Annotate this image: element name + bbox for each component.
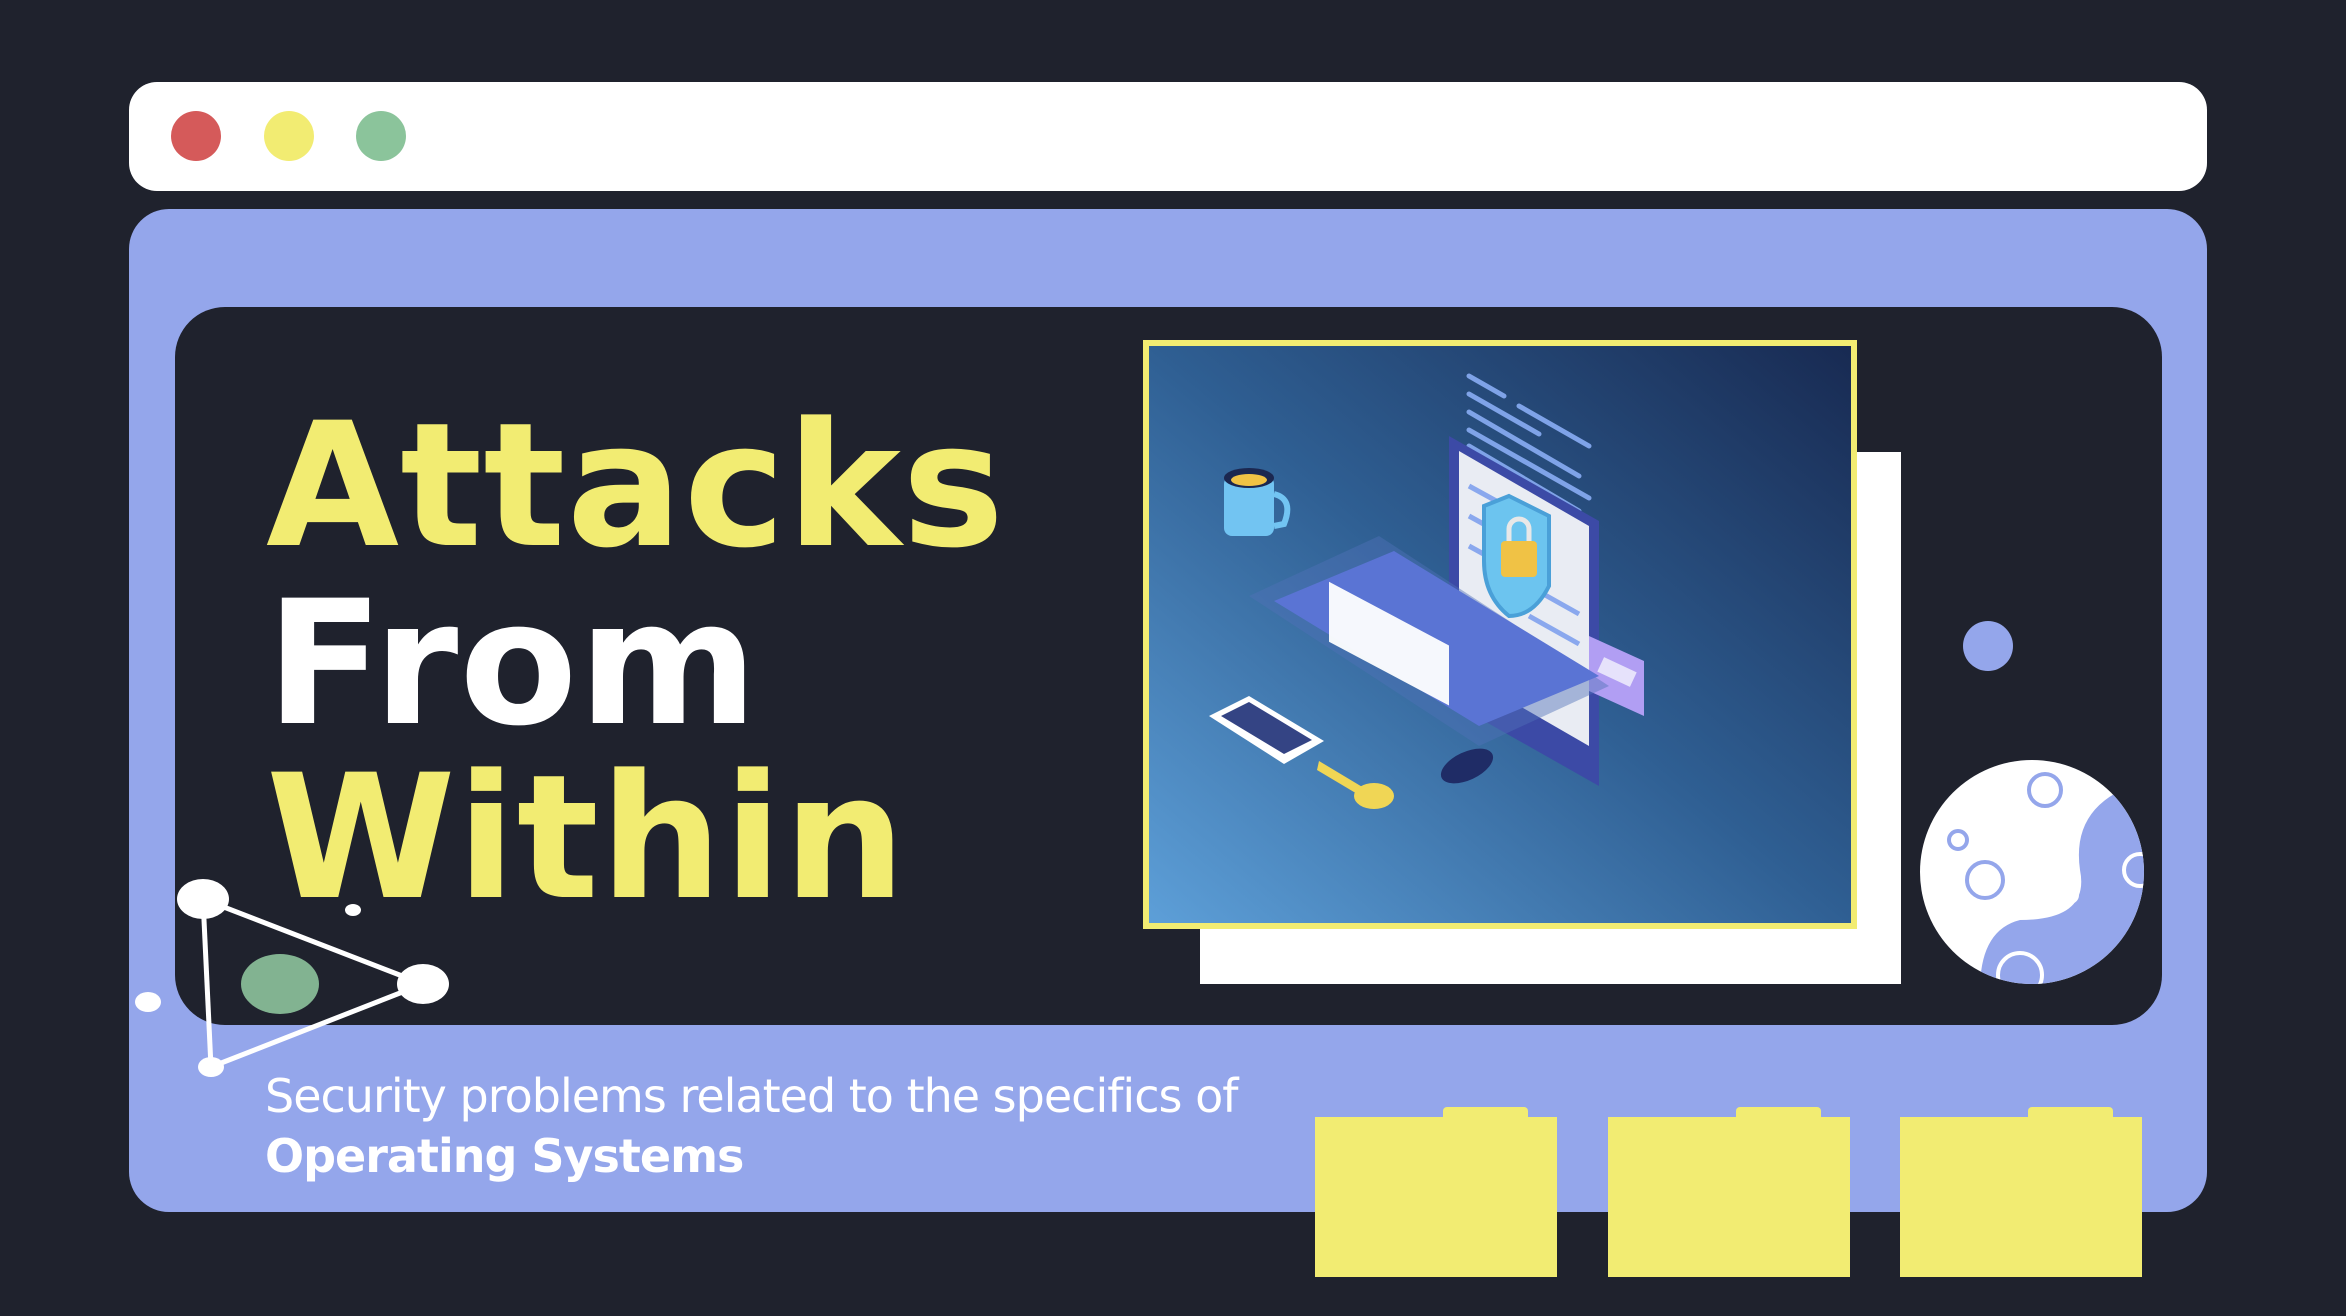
folder-icon[interactable]	[1608, 1107, 1850, 1277]
network-graph-icon	[135, 879, 449, 1077]
minimize-window-button[interactable]	[264, 111, 314, 161]
subtitle-line-2: Operating Systems	[265, 1126, 1237, 1186]
subtitle-emphasis: Operating Systems	[265, 1129, 744, 1183]
subtitle: Security problems related to the specifi…	[265, 1066, 1238, 1186]
moon-icon	[1920, 760, 2144, 984]
folder-icon[interactable]	[1900, 1107, 2142, 1277]
title-line-1: Attacks	[266, 385, 1006, 586]
subtitle-line-1: Security problems related to the specifi…	[265, 1069, 1238, 1123]
laptop-security-illustration	[1143, 340, 1857, 929]
close-window-button[interactable]	[171, 111, 221, 161]
maximize-window-button[interactable]	[356, 111, 406, 161]
window-titlebar	[129, 82, 2207, 191]
small-planet-icon	[1963, 621, 2013, 671]
title-line-2: From	[266, 563, 759, 764]
folder-icon[interactable]	[1315, 1107, 1557, 1277]
